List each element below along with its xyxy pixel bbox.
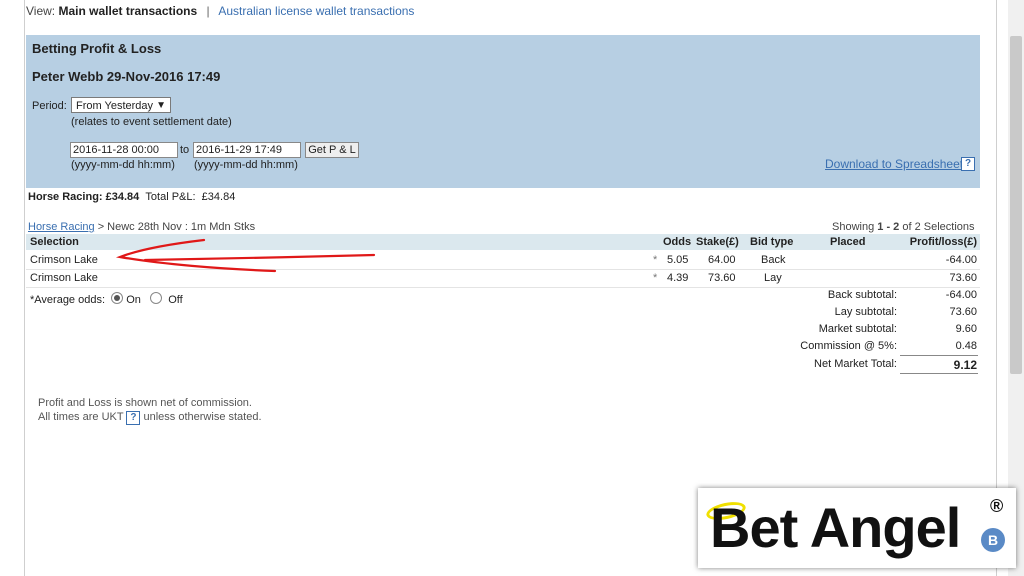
row-stake: 64.00	[708, 254, 736, 266]
pl-summary: Horse Racing: £34.84 Total P&L: £34.84	[28, 191, 235, 203]
footnote: Profit and Loss is shown net of commissi…	[38, 396, 262, 425]
red-annotation-arrow-icon	[115, 238, 376, 273]
to-date-input[interactable]: 2016-11-29 17:49	[193, 142, 301, 158]
to-format-hint: (yyyy-mm-dd hh:mm)	[194, 159, 298, 171]
row-profit: 73.60	[949, 272, 977, 284]
back-subtotal-label: Back subtotal:	[827, 289, 897, 301]
col-placed: Placed	[830, 236, 866, 248]
download-spreadsheet-link[interactable]: Download to Spreadsheet	[825, 157, 963, 171]
logo-badge-icon: B	[981, 528, 1005, 552]
view-switcher: View: Main wallet transactions | Austral…	[26, 4, 414, 18]
commission-label: Commission @ 5%:	[800, 340, 897, 352]
from-format-hint: (yyyy-mm-dd hh:mm)	[71, 159, 175, 171]
breadcrumb-horse-racing-link[interactable]: Horse Racing	[28, 221, 95, 233]
average-odds-on-radio[interactable]	[111, 292, 124, 304]
footnote-line2-suffix: unless otherwise stated.	[143, 411, 262, 423]
row-profit: -64.00	[945, 254, 977, 266]
lay-subtotal-value: 73.60	[949, 306, 977, 318]
period-note: (relates to event settlement date)	[71, 116, 232, 128]
report-user-date: Peter Webb 29-Nov-2016 17:49	[32, 69, 221, 84]
period-select-value: From Yesterday	[76, 100, 154, 112]
market-subtotal: Market subtotal: 9.60	[760, 323, 980, 337]
row-bid-type: Back	[761, 254, 786, 266]
col-bid-type: Bid type	[750, 236, 794, 248]
average-odds-off-label: Off	[168, 294, 183, 306]
average-odds-label: *Average odds:	[30, 294, 106, 306]
bet-angel-logo: Bet Angel ® B	[698, 488, 1016, 568]
report-title: Betting Profit & Loss	[32, 41, 162, 56]
row-selection: Crimson Lake	[30, 254, 98, 266]
net-market-total: Net Market Total: 9.12	[760, 358, 980, 372]
period-label: Period:	[32, 100, 67, 112]
lay-subtotal-label: Lay subtotal:	[834, 306, 897, 318]
showing-range: 1 - 2	[877, 221, 900, 233]
row-odds: 4.39	[667, 272, 689, 284]
row-bid-type: Lay	[764, 272, 782, 284]
average-odds-off-radio[interactable]	[150, 292, 163, 304]
market-subtotal-label: Market subtotal:	[818, 323, 897, 335]
footnote-line1: Profit and Loss is shown net of commissi…	[38, 397, 252, 409]
lay-subtotal: Lay subtotal: 73.60	[760, 306, 980, 320]
market-subtotal-value: 9.60	[955, 323, 977, 335]
dropdown-arrow-icon: ▼	[156, 100, 166, 111]
showing-suffix: of 2 Selections	[899, 221, 975, 233]
view-prefix: View:	[26, 4, 56, 18]
col-profit: Profit/loss(£)	[909, 236, 977, 248]
help-icon[interactable]: ?	[961, 157, 975, 171]
commission-value: 0.48	[955, 340, 977, 352]
timezone-help-icon[interactable]: ?	[126, 411, 141, 425]
sport-total: Horse Racing: £34.84	[28, 191, 140, 203]
logo-text: Bet Angel	[710, 496, 961, 559]
back-subtotal-value: -64.00	[945, 289, 977, 301]
row-average-marker: *	[653, 254, 658, 266]
total-value: £34.84	[201, 191, 236, 203]
footnote-line2: All times are UKT ? unless otherwise sta…	[38, 410, 262, 425]
net-total-label: Net Market Total:	[814, 358, 897, 370]
col-stake: Stake(£)	[696, 236, 739, 248]
row-stake: 73.60	[708, 272, 736, 284]
average-odds-on-label: On	[126, 294, 141, 306]
row-selection: Crimson Lake	[30, 272, 98, 284]
showing-prefix: Showing	[832, 221, 878, 233]
view-separator: |	[206, 4, 210, 18]
back-subtotal: Back subtotal: -64.00	[760, 289, 980, 303]
col-selection: Selection	[30, 236, 79, 248]
selection-count: Showing 1 - 2 of 2 Selections	[832, 221, 975, 233]
scrollbar-thumb[interactable]	[1010, 36, 1022, 374]
net-total-value: 9.12	[953, 358, 977, 372]
row-average-marker: *	[653, 272, 658, 284]
registered-mark: ®	[990, 496, 1004, 516]
row-odds: 5.05	[667, 254, 689, 266]
average-odds-toggle: *Average odds: On Off	[30, 292, 183, 306]
get-pl-button[interactable]: Get P & L	[305, 142, 359, 158]
commission-divider	[900, 355, 978, 356]
page-left-border	[24, 0, 25, 576]
commission-row: Commission @ 5%: 0.48	[760, 340, 980, 354]
from-date-input[interactable]: 2016-11-28 00:00	[70, 142, 178, 158]
col-odds: Odds	[663, 236, 692, 248]
total-label: Total P&L:	[145, 191, 196, 203]
to-label: to	[180, 144, 190, 156]
footnote-line2-prefix: All times are UKT	[38, 411, 124, 423]
main-wallet-tab[interactable]: Main wallet transactions	[58, 4, 197, 18]
report-panel: Betting Profit & Loss Peter Webb 29-Nov-…	[26, 35, 980, 188]
period-select[interactable]: From Yesterday ▼	[71, 97, 171, 113]
net-total-underline	[900, 373, 978, 374]
au-wallet-link[interactable]: Australian license wallet transactions	[218, 4, 414, 18]
